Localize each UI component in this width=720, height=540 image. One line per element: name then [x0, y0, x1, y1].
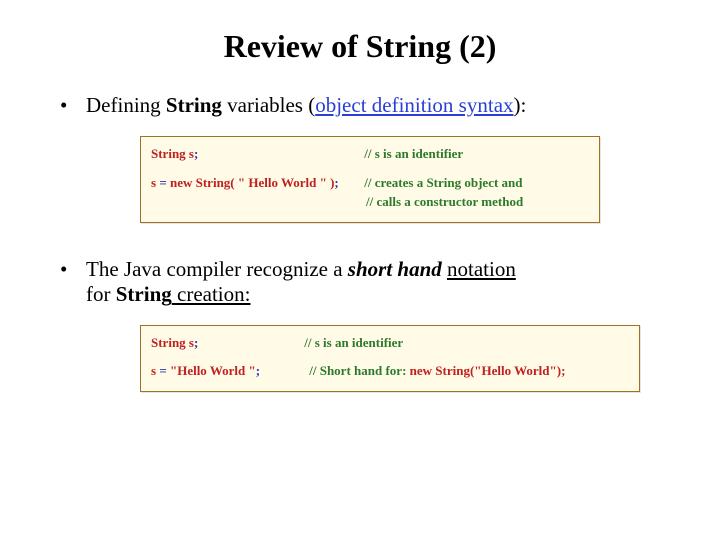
- bullet-list-2: The Java compiler recognize a short hand…: [60, 257, 680, 307]
- bullet-2-line2-bold: String: [116, 282, 172, 306]
- bullet-2-prefix: The Java compiler recognize a: [86, 257, 348, 281]
- code1-l2-eq: =: [159, 175, 170, 190]
- code1-l2-new: new String( " Hello World " ): [170, 175, 334, 190]
- code-block-2: String s; // s is an identifier s = "Hel…: [140, 325, 640, 393]
- code1-l2-semi: ;: [334, 175, 338, 190]
- bullet-1-text-suffix: ):: [514, 93, 527, 117]
- code2-l2-comment-code: new String("Hello World");: [410, 363, 566, 378]
- code1-l2-comment-b: // calls a constructor method: [366, 194, 523, 209]
- code2-l2-eq: =: [159, 363, 170, 378]
- bullet-2-line2-suf: creation:: [172, 282, 251, 306]
- code2-l2-str: "Hello World ": [170, 363, 256, 378]
- code2-l1-decl: String s: [151, 335, 194, 350]
- code2-l1-semi: ;: [194, 335, 198, 350]
- bullet-1: Defining String variables (object defini…: [60, 93, 680, 118]
- code2-l1-comment: // s is an identifier: [304, 335, 403, 350]
- code1-line2: s = new String( " Hello World " ); // cr…: [151, 174, 589, 193]
- code-block-1: String s; // s is an identifier s = new …: [140, 136, 600, 223]
- bullet-2-em: short hand: [348, 257, 442, 281]
- code1-line3: // calls a constructor method: [151, 193, 589, 212]
- bullet-1-text-mid: variables (: [222, 93, 315, 117]
- code2-l2-comment-pre: // Short hand for:: [309, 363, 409, 378]
- code2-l2-semi: ;: [256, 363, 260, 378]
- code2-line2: s = "Hello World "; // Short hand for: n…: [151, 362, 629, 381]
- slide-title: Review of String (2): [40, 28, 680, 65]
- bullet-2-ul: notation: [447, 257, 516, 281]
- code1-line1: String s; // s is an identifier: [151, 145, 589, 164]
- code1-l2-comment-a: // creates a String object and: [364, 175, 522, 190]
- code1-l1-comment: // s is an identifier: [364, 146, 463, 161]
- bullet-2-line2-pre: for: [86, 282, 116, 306]
- code-block-1-wrap: String s; // s is an identifier s = new …: [140, 136, 600, 223]
- code1-l1-decl: String s: [151, 146, 194, 161]
- bullet-1-bold-string: String: [166, 93, 222, 117]
- bullet-list: Defining String variables (object defini…: [60, 93, 680, 118]
- code2-line1: String s; // s is an identifier: [151, 334, 629, 353]
- bullet-1-link[interactable]: object definition syntax: [315, 93, 513, 117]
- code-block-2-wrap: String s; // s is an identifier s = "Hel…: [140, 325, 640, 393]
- code1-l1-semi: ;: [194, 146, 198, 161]
- slide: Review of String (2) Defining String var…: [0, 0, 720, 540]
- bullet-1-text-prefix: Defining: [86, 93, 166, 117]
- bullet-2: The Java compiler recognize a short hand…: [60, 257, 680, 307]
